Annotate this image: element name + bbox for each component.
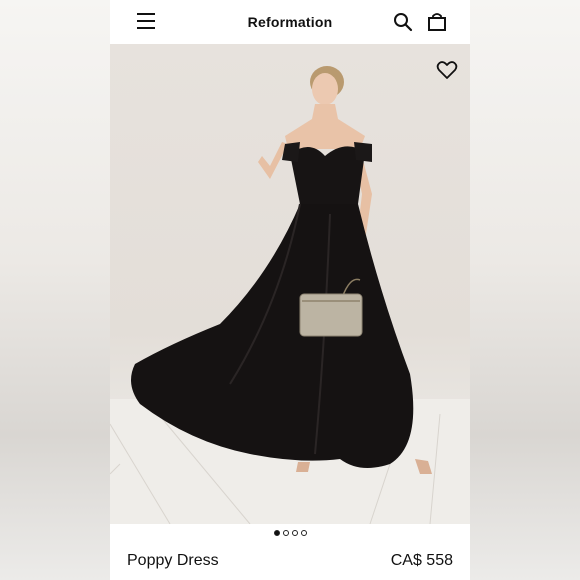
product-image[interactable]	[110, 44, 470, 524]
product-photo-illustration	[110, 66, 470, 524]
blurred-side-left	[0, 0, 110, 580]
heart-icon[interactable]	[436, 60, 458, 80]
left-arm	[258, 142, 288, 179]
carousel-dot[interactable]	[291, 530, 298, 536]
app-screen: Reformation Poppy Dress CA$ 558	[110, 0, 470, 580]
carousel-indicator	[110, 528, 470, 538]
face	[312, 73, 338, 105]
dress-bodice	[290, 146, 365, 204]
carousel-dot[interactable]	[300, 530, 307, 536]
product-price: CA$ 558	[390, 552, 453, 569]
product-info: Poppy Dress CA$ 558	[110, 548, 470, 576]
carousel-dot[interactable]	[282, 530, 289, 536]
shopping-bag-icon[interactable]	[426, 12, 448, 32]
product-name[interactable]: Poppy Dress	[127, 552, 219, 570]
search-icon[interactable]	[393, 12, 413, 32]
dress-sleeve-right	[354, 142, 372, 162]
brand-title[interactable]: Reformation	[248, 14, 333, 30]
foot-left	[296, 462, 310, 472]
hamburger-menu-icon[interactable]	[137, 13, 155, 29]
app-header: Reformation	[110, 0, 470, 44]
blurred-side-right	[470, 0, 580, 580]
neck-shoulders	[285, 104, 365, 149]
carousel-dot-active[interactable]	[273, 530, 280, 536]
